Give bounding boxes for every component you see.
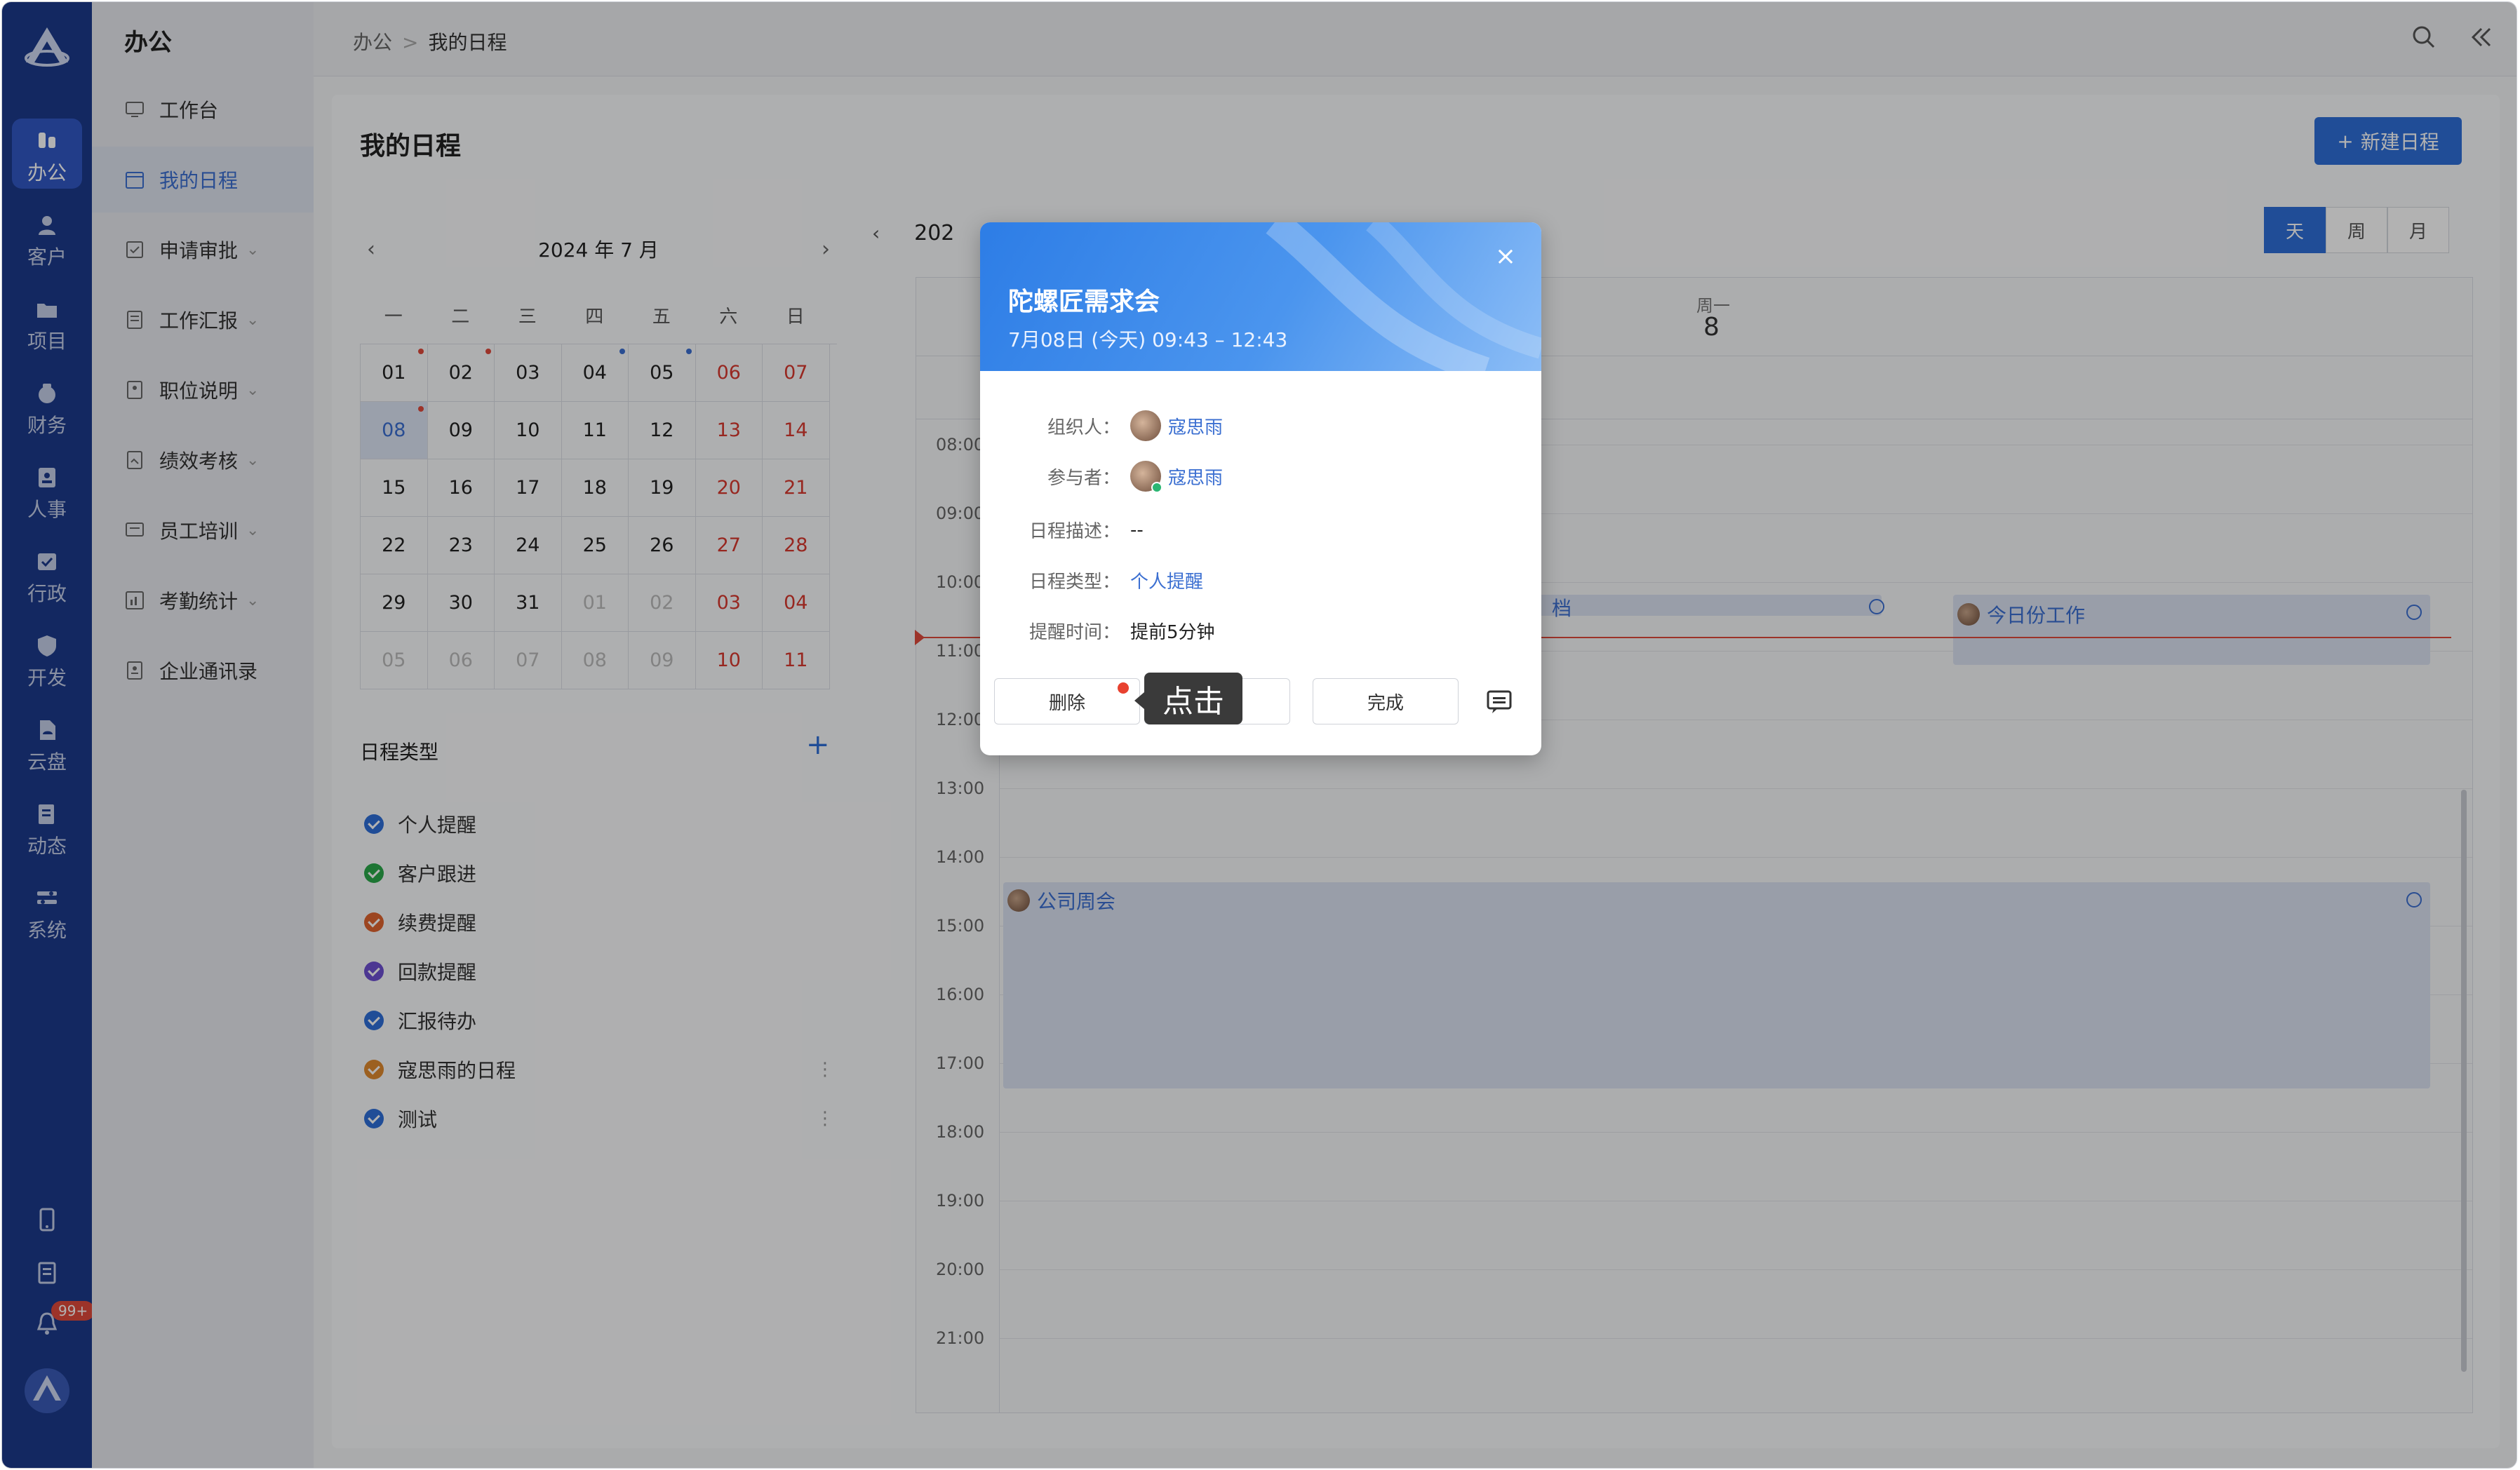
- avatar: [1130, 410, 1161, 441]
- type-value: 个人提醒: [1130, 572, 1204, 593]
- reminder-row: 提醒时间： 提前5分钟: [1021, 618, 1215, 644]
- click-indicator: [1118, 682, 1129, 694]
- complete-button[interactable]: 完成: [1313, 678, 1459, 724]
- popup-header: 陀螺匠需求会 7月08日 (今天) 09:43 – 12:43 ×: [980, 222, 1541, 371]
- participant-name[interactable]: 寇思雨: [1168, 464, 1223, 490]
- participant-row: 参与者： 寇思雨: [1021, 461, 1223, 493]
- close-icon[interactable]: ×: [1495, 242, 1516, 271]
- comment-icon[interactable]: [1485, 688, 1513, 716]
- participant-label: 参与者：: [1047, 467, 1120, 489]
- type-label: 日程类型：: [1028, 572, 1120, 593]
- reminder-value: 提前5分钟: [1130, 622, 1215, 643]
- app-window: 办公 客户 项目 财务 人事 行政 开发 云盘 动态 系统 99+ 办公 工作台…: [1, 1, 2517, 1469]
- reminder-label: 提醒时间：: [1028, 622, 1120, 643]
- avatar: [1130, 461, 1162, 493]
- event-detail-popup: 陀螺匠需求会 7月08日 (今天) 09:43 – 12:43 × 组织人： 寇…: [980, 222, 1541, 755]
- tooltip-arrow: [1134, 692, 1144, 709]
- popup-time: 7月08日 (今天) 09:43 – 12:43: [1008, 328, 1288, 351]
- organizer-row: 组织人： 寇思雨: [1021, 410, 1223, 441]
- organizer-label: 组织人：: [1047, 417, 1120, 438]
- description-label: 日程描述：: [1028, 521, 1120, 542]
- type-row: 日程类型： 个人提醒: [1021, 567, 1203, 593]
- organizer-name[interactable]: 寇思雨: [1168, 413, 1223, 439]
- description-row: 日程描述： --: [1021, 517, 1144, 543]
- popup-title: 陀螺匠需求会: [1008, 288, 1160, 316]
- description-value: --: [1130, 519, 1144, 541]
- confirmed-icon: [1151, 482, 1162, 493]
- click-tooltip: 点击: [1144, 673, 1242, 724]
